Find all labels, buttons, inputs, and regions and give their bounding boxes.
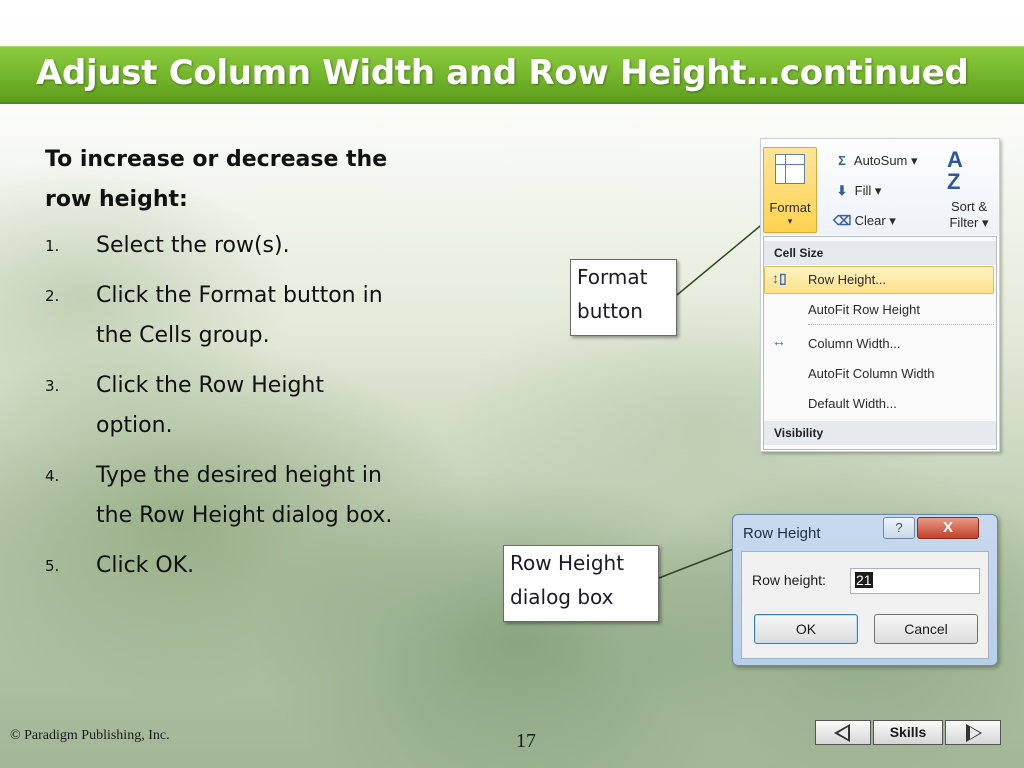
- row-height-dialog-callout: Row Height dialog box: [503, 545, 659, 622]
- clear-label: Clear ▾: [854, 213, 896, 228]
- cancel-button[interactable]: Cancel: [874, 614, 978, 644]
- next-button[interactable]: [945, 720, 1001, 745]
- step-text-line-2: the Cells group.: [96, 323, 270, 348]
- help-icon[interactable]: ?: [883, 517, 915, 539]
- step-number: 5.: [45, 557, 60, 575]
- row-height-field-label: Row height:: [752, 572, 826, 588]
- dialog-body: Row height: 21 OK Cancel: [741, 551, 989, 659]
- step-text-line-1: Click the Format button in: [96, 283, 383, 308]
- row-height-icon: ↕▯: [772, 270, 787, 286]
- step-number: 2.: [45, 287, 60, 305]
- ok-button[interactable]: OK: [754, 614, 858, 644]
- format-cells-icon: [775, 154, 805, 184]
- format-button-label: Format: [769, 200, 811, 215]
- eraser-icon: ⌫: [833, 213, 852, 228]
- steps-list: 1. Select the row(s). 2. Click the Forma…: [45, 226, 485, 586]
- sort-filter-button[interactable]: Sort & Filter ▾: [941, 199, 997, 231]
- slide-navigation: Skills: [815, 720, 1002, 745]
- fill-down-icon: ⬇: [836, 183, 848, 198]
- format-button-callout: Format button: [570, 259, 677, 336]
- clear-button[interactable]: ⌫ Clear ▾: [833, 211, 896, 231]
- step-item: 3. Click the Row Height option.: [45, 366, 485, 446]
- step-number: 1.: [45, 237, 60, 255]
- previous-button[interactable]: [815, 720, 871, 745]
- title-bar: Adjust Column Width and Row Height…conti…: [0, 46, 1024, 104]
- column-width-icon: ↔: [772, 333, 786, 349]
- step-text: Select the row(s).: [96, 233, 290, 258]
- step-number: 4.: [45, 467, 60, 485]
- chevron-down-icon: ▾: [787, 216, 793, 226]
- menu-section-visibility: Visibility: [764, 421, 996, 445]
- sigma-icon: Σ: [838, 153, 846, 168]
- step-text: Click OK.: [96, 553, 195, 578]
- close-icon[interactable]: X: [917, 517, 979, 539]
- autosum-button[interactable]: Σ AutoSum ▾: [833, 151, 918, 171]
- heading-line-2: row height:: [45, 187, 188, 212]
- ribbon-editing-group: Format ▾ Σ AutoSum ▾ ⬇ Fill ▾ ⌫ Clear ▾ …: [761, 139, 999, 235]
- callout-line-1: Format: [577, 265, 648, 289]
- arrow-right-icon-inner: [970, 727, 980, 739]
- skills-button[interactable]: Skills: [873, 720, 943, 745]
- page-number: 17: [516, 730, 536, 752]
- row-height-value: 21: [855, 572, 873, 588]
- row-height-input[interactable]: 21: [850, 568, 980, 594]
- autosum-label: AutoSum ▾: [853, 153, 918, 168]
- step-text-line-2: option.: [96, 413, 173, 438]
- step-text-line-2: the Row Height dialog box.: [96, 503, 393, 528]
- step-item: 5. Click OK.: [45, 546, 485, 586]
- step-text-line-1: Click the Row Height: [96, 373, 324, 398]
- step-text-line-1: Type the desired height in: [96, 463, 382, 488]
- heading-line-1: To increase or decrease the: [45, 147, 388, 172]
- slide-title: Adjust Column Width and Row Height…conti…: [36, 53, 969, 93]
- menu-item-default-width[interactable]: Default Width...: [808, 391, 897, 417]
- step-item: 4. Type the desired height in the Row He…: [45, 456, 485, 536]
- fill-button[interactable]: ⬇ Fill ▾: [833, 181, 882, 201]
- callout-line-2: dialog box: [510, 585, 614, 609]
- callout-line-1: Row Height: [510, 551, 625, 575]
- menu-item-autofit-row-height[interactable]: AutoFit Row Height: [808, 297, 920, 323]
- dialog-title: Row Height: [743, 525, 821, 542]
- sort-label-line-2: Filter ▾: [949, 215, 989, 230]
- menu-separator: [808, 324, 994, 325]
- callout-line-2: button: [577, 299, 643, 323]
- content-heading: To increase or decrease the row height:: [45, 140, 485, 220]
- menu-item-row-height[interactable]: Row Height...: [808, 267, 886, 293]
- ribbon-format-menu-screenshot: Format ▾ Σ AutoSum ▾ ⬇ Fill ▾ ⌫ Clear ▾ …: [760, 138, 1000, 452]
- arrow-left-icon-inner: [838, 727, 848, 739]
- step-item: 2. Click the Format button in the Cells …: [45, 276, 485, 356]
- sort-label-line-1: Sort &: [950, 199, 988, 214]
- format-button[interactable]: Format ▾: [763, 147, 817, 233]
- step-number: 3.: [45, 377, 60, 395]
- menu-item-column-width[interactable]: Column Width...: [808, 331, 900, 357]
- step-item: 1. Select the row(s).: [45, 226, 485, 266]
- copyright-text: © Paradigm Publishing, Inc.: [10, 728, 170, 743]
- menu-section-cell-size: Cell Size: [764, 241, 996, 265]
- sort-filter-icon: AZ: [947, 147, 963, 194]
- row-height-dialog: Row Height ? X Row height: 21 OK Cancel: [732, 514, 998, 666]
- format-dropdown-menu: Cell Size ↕▯ Row Height... AutoFit Row H…: [763, 236, 997, 450]
- slide-content: To increase or decrease the row height: …: [45, 140, 485, 596]
- menu-item-autofit-column-width[interactable]: AutoFit Column Width: [808, 361, 934, 387]
- fill-label: Fill ▾: [854, 183, 882, 198]
